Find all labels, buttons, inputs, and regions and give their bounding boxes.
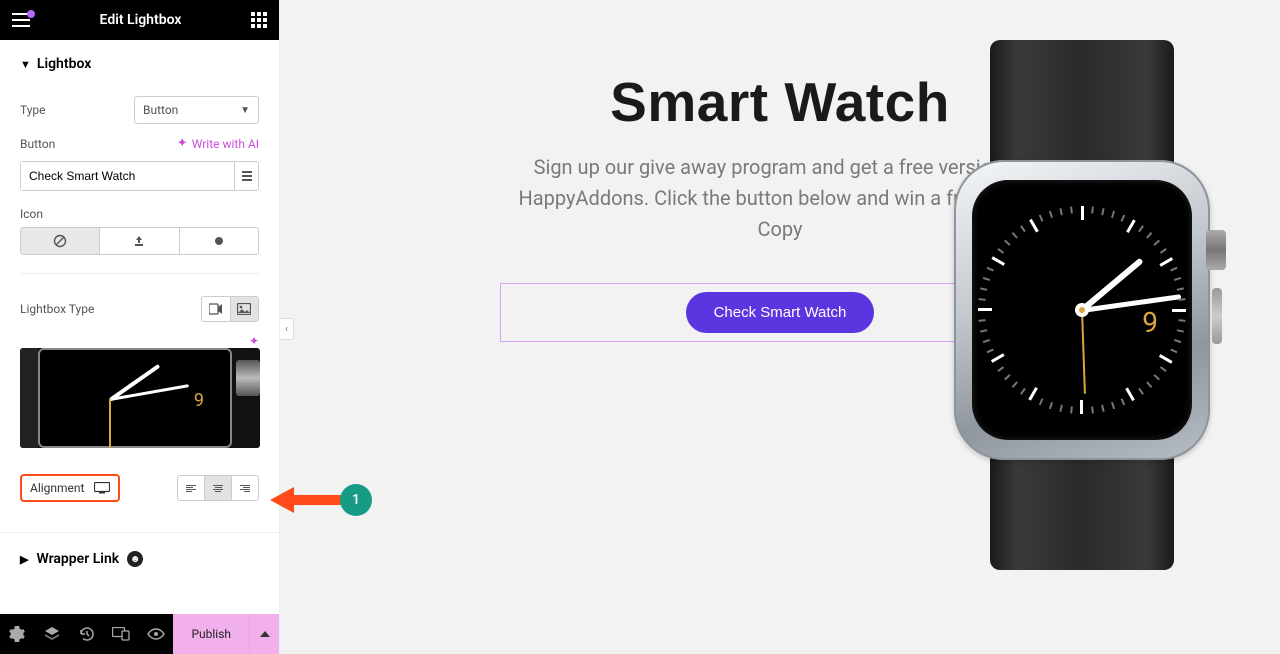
button-label: Button — [20, 137, 55, 151]
lightbox-type-label: Lightbox Type — [20, 302, 94, 316]
history-icon[interactable] — [69, 614, 104, 654]
responsive-icon[interactable] — [104, 614, 139, 654]
image-icon — [237, 303, 251, 315]
collapse-panel-button[interactable]: ‹ — [280, 318, 294, 340]
image-thumbnail[interactable]: 9 — [20, 348, 260, 448]
check-smart-watch-button[interactable]: Check Smart Watch — [686, 292, 875, 333]
upload-icon — [132, 234, 146, 248]
publish-button[interactable]: Publish — [173, 614, 249, 654]
align-left-button[interactable] — [178, 476, 204, 500]
icon-library-button[interactable] — [180, 227, 259, 255]
hamburger-menu[interactable] — [12, 13, 30, 27]
navigator-icon[interactable] — [35, 614, 70, 654]
thumb-number: 9 — [194, 390, 204, 411]
video-icon — [209, 303, 223, 315]
circle-icon — [212, 234, 226, 248]
publish-options[interactable] — [249, 614, 279, 654]
apps-icon[interactable] — [251, 12, 267, 28]
type-label: Type — [20, 103, 46, 117]
section-label: Lightbox — [37, 56, 91, 72]
caret-right-icon: ▶ — [20, 553, 28, 566]
lightbox-type-image[interactable] — [230, 297, 259, 321]
none-icon — [53, 234, 67, 248]
button-text-input[interactable] — [21, 162, 234, 190]
align-right-button[interactable] — [231, 476, 258, 500]
icon-upload-button[interactable] — [100, 227, 179, 255]
align-center-button[interactable] — [204, 476, 231, 500]
write-with-ai[interactable]: ✦ Write with AI — [177, 136, 259, 151]
type-select-value: Button — [143, 103, 178, 117]
lightbox-type-video[interactable] — [202, 297, 230, 321]
alignment-label: Alignment — [30, 481, 84, 495]
dynamic-tags-icon[interactable] — [234, 162, 258, 190]
alignment-control: Alignment — [20, 474, 120, 502]
desktop-icon[interactable] — [94, 482, 110, 494]
icon-label: Icon — [20, 207, 43, 221]
smile-icon: ☻ — [127, 551, 143, 567]
watch-face-number: 9 — [1142, 306, 1158, 339]
wrapper-link-label: Wrapper Link — [36, 551, 119, 567]
settings-icon[interactable] — [0, 614, 35, 654]
write-ai-label: Write with AI — [192, 137, 259, 151]
notification-dot — [27, 10, 35, 18]
section-lightbox[interactable]: ▼ Lightbox — [0, 40, 279, 90]
panel-title: Edit Lightbox — [100, 12, 182, 28]
icon-none-button[interactable] — [20, 227, 100, 255]
chevron-down-icon: ▼ — [240, 105, 250, 116]
watch-illustration: 9 — [932, 40, 1232, 570]
sparkle-icon: ✦ — [177, 136, 188, 151]
type-select[interactable]: Button ▼ — [134, 96, 259, 124]
section-wrapper-link[interactable]: ▶ Wrapper Link ☻ — [0, 533, 279, 589]
sparkle-icon-2[interactable]: ✦ — [249, 334, 259, 344]
caret-down-icon: ▼ — [20, 58, 31, 71]
preview-icon[interactable] — [139, 614, 174, 654]
annotation-step-badge: 1 — [340, 484, 372, 516]
